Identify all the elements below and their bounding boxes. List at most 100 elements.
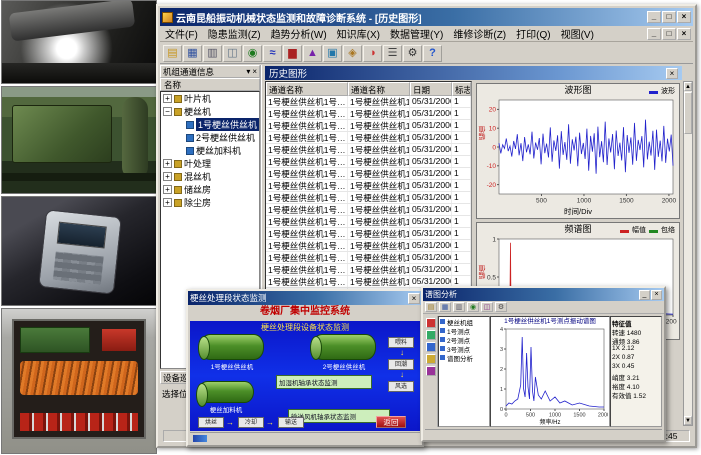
knowledge-icon[interactable]: ◈ xyxy=(343,45,362,62)
tree-item[interactable]: +混丝机 xyxy=(161,170,259,183)
settings-icon[interactable]: ⚙ xyxy=(495,302,507,312)
tree-item[interactable]: −梗丝机 xyxy=(161,105,259,118)
zoom-icon[interactable]: ◫ xyxy=(481,302,493,312)
analysis-minimize-button[interactable]: _ xyxy=(639,290,650,300)
tree-item[interactable]: +叶处理 xyxy=(161,157,259,170)
preview-icon[interactable]: ◫ xyxy=(223,45,242,62)
table-cell: 1号梗丝供丝机1号… xyxy=(348,168,410,179)
expand-icon[interactable]: + xyxy=(163,185,172,194)
table-row[interactable]: 1号梗丝供丝机1号…1号梗丝供丝机1号…05/31/2006…1 xyxy=(266,204,471,216)
tool-icon[interactable] xyxy=(426,318,436,328)
analysis-tree-item[interactable]: 谱图分析 xyxy=(439,353,489,362)
machine-graphic: 2号梗丝供丝机 xyxy=(312,334,376,371)
column-header[interactable]: 标志 xyxy=(452,82,471,96)
table-row[interactable]: 1号梗丝供丝机1号…1号梗丝供丝机1号…05/31/2006…1 xyxy=(266,192,471,204)
print-icon[interactable]: ▥ xyxy=(453,302,465,312)
tool-icon[interactable] xyxy=(426,330,436,340)
scroll-down-icon[interactable]: ▼ xyxy=(684,416,692,425)
back-button[interactable]: 返回 xyxy=(376,416,406,428)
menu-item[interactable]: 视图(V) xyxy=(556,29,599,42)
expand-icon[interactable]: + xyxy=(163,172,172,181)
main-titlebar[interactable]: 云南昆船振动机械状态监测和故障诊断系统 - [历史图形] _ □ × xyxy=(160,8,693,26)
column-header[interactable]: 通道名称 xyxy=(266,82,348,96)
main-toolbar: ▤▦▥◫◉≈▆▲▣◈◑☰⚙? xyxy=(160,43,693,64)
tree-item[interactable]: 梗丝加料机 xyxy=(161,144,259,157)
analysis-titlebar[interactable]: 谱图分析 _ × xyxy=(423,288,664,301)
mdi-minimize-button[interactable]: _ xyxy=(647,28,661,40)
trend-icon[interactable]: ▲ xyxy=(303,45,322,62)
tree-item[interactable]: +储丝房 xyxy=(161,183,259,196)
expand-icon[interactable]: + xyxy=(163,94,172,103)
settings-icon[interactable]: ⚙ xyxy=(403,45,422,62)
save-icon[interactable]: ▦ xyxy=(439,302,451,312)
menu-item[interactable]: 打印(Q) xyxy=(511,29,555,42)
table-row[interactable]: 1号梗丝供丝机1号…1号梗丝供丝机1号…05/31/2006…1 xyxy=(266,96,471,108)
scada-titlebar[interactable]: 梗丝处理段状态监测 × xyxy=(188,291,422,305)
table-row[interactable]: 1号梗丝供丝机1号…1号梗丝供丝机1号…05/31/2006…1 xyxy=(266,252,471,264)
menu-item[interactable]: 知识库(X) xyxy=(332,29,385,42)
table-row[interactable]: 1号梗丝供丝机1号…1号梗丝供丝机1号…05/31/2006…1 xyxy=(266,216,471,228)
spectrum-icon[interactable]: ▆ xyxy=(283,45,302,62)
panel-close-icon[interactable]: × xyxy=(252,67,257,76)
database-icon[interactable]: ▣ xyxy=(323,45,342,62)
history-close-icon[interactable]: × xyxy=(666,68,678,79)
alarm-icon[interactable]: ◑ xyxy=(363,45,382,62)
menu-item[interactable]: 数据管理(Y) xyxy=(385,29,448,42)
menu-item[interactable]: 趋势分析(W) xyxy=(266,29,332,42)
vertical-scrollbar[interactable]: ▲ ▼ xyxy=(683,81,693,426)
maximize-button[interactable]: □ xyxy=(662,11,676,23)
tool-icon[interactable] xyxy=(426,354,436,364)
column-header[interactable]: 日期 xyxy=(410,82,452,96)
table-row[interactable]: 1号梗丝供丝机1号…1号梗丝供丝机1号…05/31/2006…1 xyxy=(266,108,471,120)
tool-icon[interactable] xyxy=(426,342,436,352)
help-icon[interactable]: ? xyxy=(423,45,442,62)
menu-item[interactable]: 隐患监测(Z) xyxy=(203,29,266,42)
report-icon[interactable]: ☰ xyxy=(383,45,402,62)
open-icon[interactable]: ▤ xyxy=(425,302,437,312)
waveform-icon[interactable]: ≈ xyxy=(263,45,282,62)
scada-close-button[interactable]: × xyxy=(408,293,420,304)
print-icon[interactable]: ▥ xyxy=(203,45,222,62)
tool-icon[interactable] xyxy=(426,366,436,376)
save-icon[interactable]: ▦ xyxy=(183,45,202,62)
cabinet-interior xyxy=(12,319,146,439)
tree-item[interactable]: 2号梗丝供丝机 xyxy=(161,131,259,144)
history-caption[interactable]: 历史图形 × xyxy=(265,66,682,80)
analysis-stats-panel: 特征值 转速 1480通频 3.861X 2.122X 0.873X 0.45峭… xyxy=(610,316,662,427)
tree-column-header[interactable]: 名称 xyxy=(160,78,260,91)
tree-item-label: 1号梗丝供丝机 xyxy=(196,118,259,131)
menu-item[interactable]: 维修诊断(Z) xyxy=(448,29,511,42)
scrollbar-thumb[interactable] xyxy=(684,92,692,134)
open-icon[interactable]: ▤ xyxy=(163,45,182,62)
expand-icon[interactable]: + xyxy=(163,198,172,207)
tree-item[interactable]: 1号梗丝供丝机 xyxy=(161,118,259,131)
table-row[interactable]: 1号梗丝供丝机1号…1号梗丝供丝机1号…05/31/2006…1 xyxy=(266,168,471,180)
pin-icon[interactable]: ▾ xyxy=(246,67,250,76)
minimize-button[interactable]: _ xyxy=(647,11,661,23)
table-row[interactable]: 1号梗丝供丝机1号…1号梗丝供丝机1号…05/31/2006…1 xyxy=(266,120,471,132)
analysis-close-button[interactable]: × xyxy=(651,290,662,300)
tree-item[interactable]: +除尘房 xyxy=(161,196,259,209)
table-row[interactable]: 1号梗丝供丝机1号…1号梗丝供丝机1号…05/31/2006…1 xyxy=(266,240,471,252)
close-button[interactable]: × xyxy=(677,11,691,23)
svg-text:4: 4 xyxy=(500,327,503,333)
table-row[interactable]: 1号梗丝供丝机1号…1号梗丝供丝机1号…05/31/2006…1 xyxy=(266,144,471,156)
table-row[interactable]: 1号梗丝供丝机1号…1号梗丝供丝机1号…05/31/2006…1 xyxy=(266,228,471,240)
expand-icon[interactable]: + xyxy=(163,159,172,168)
scroll-up-icon[interactable]: ▲ xyxy=(684,82,692,91)
mdi-restore-button[interactable]: □ xyxy=(662,28,676,40)
realtime-monitor-icon[interactable]: ◉ xyxy=(243,45,262,62)
tree-item[interactable]: +叶片机 xyxy=(161,92,259,105)
table-row[interactable]: 1号梗丝供丝机1号…1号梗丝供丝机1号…05/31/2006…1 xyxy=(266,156,471,168)
menu-item[interactable]: 文件(F) xyxy=(160,29,203,42)
collapse-icon[interactable]: − xyxy=(163,107,172,116)
photo-bearing-housing xyxy=(1,0,157,84)
column-header[interactable]: 通道名称 xyxy=(348,82,410,96)
table-row[interactable]: 1号梗丝供丝机1号…1号梗丝供丝机1号…05/31/2006…1 xyxy=(266,132,471,144)
mdi-close-button[interactable]: × xyxy=(677,28,691,40)
cursor-icon[interactable]: ◉ xyxy=(467,302,479,312)
table-row[interactable]: 1号梗丝供丝机1号…1号梗丝供丝机1号…05/31/2006…1 xyxy=(266,180,471,192)
table-row[interactable]: 1号梗丝供丝机1号…1号梗丝供丝机1号…05/31/2006…1 xyxy=(266,264,471,276)
flow-arrow-icon: ↓ xyxy=(400,370,404,379)
tree-panel-header[interactable]: 机组通道信息 ▾ × xyxy=(160,65,260,78)
